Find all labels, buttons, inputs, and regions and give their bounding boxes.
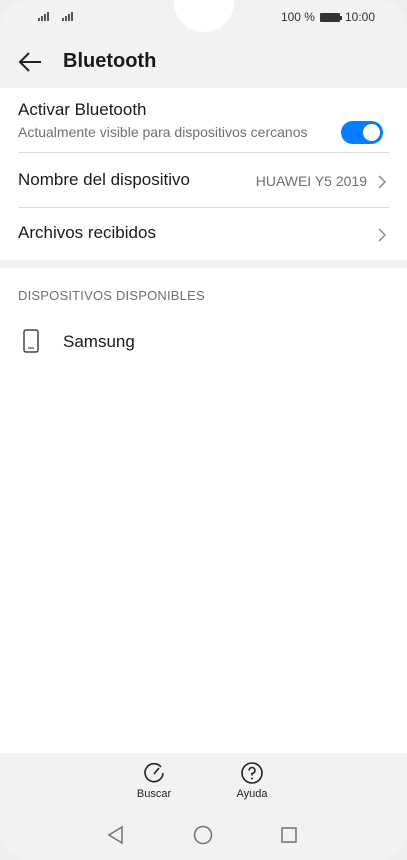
screen: 100 % 10:00 Bluetooth Activar Bluetooth …	[0, 0, 407, 860]
refresh-icon	[144, 762, 164, 783]
activate-bluetooth-row[interactable]: Activar Bluetooth Actualmente visible pa…	[18, 100, 389, 152]
camera-notch	[174, 0, 234, 32]
app-header: Bluetooth	[0, 36, 407, 88]
bluetooth-toggle[interactable]	[341, 121, 383, 144]
clock: 10:00	[344, 10, 375, 24]
signal-icon	[38, 11, 49, 21]
visibility-status-text: Actualmente visible para dispositivos ce…	[18, 124, 308, 140]
phone-icon	[23, 329, 39, 353]
battery-percent: 100 %	[280, 10, 315, 24]
received-files-label: Archivos recibidos	[18, 223, 156, 242]
help-label: Ayuda	[236, 788, 268, 800]
chevron-right-icon	[378, 175, 387, 189]
home-circle-icon	[193, 825, 213, 845]
nav-back-button[interactable]	[104, 823, 128, 847]
nav-home-button[interactable]	[191, 823, 215, 847]
back-button[interactable]	[14, 48, 46, 76]
received-files-row[interactable]: Archivos recibidos	[18, 223, 389, 251]
page-title: Bluetooth	[63, 50, 157, 72]
divider	[18, 207, 389, 208]
device-item-samsung[interactable]: Samsung	[0, 320, 407, 360]
divider	[18, 152, 389, 153]
battery-icon	[319, 12, 342, 22]
system-nav-bar	[0, 809, 407, 860]
search-label: Buscar	[136, 788, 172, 800]
device-name: Samsung	[63, 332, 135, 351]
help-icon	[241, 762, 263, 784]
device-name-value: HUAWEI Y5 2019	[255, 173, 367, 189]
search-button[interactable]: Buscar	[124, 761, 184, 807]
nav-recents-button[interactable]	[277, 823, 301, 847]
available-devices-section: DISPOSITIVOS DISPONIBLES Samsung	[0, 268, 407, 753]
recents-square-icon	[281, 827, 297, 843]
bottom-action-bar: Buscar Ayuda	[0, 753, 407, 809]
bluetooth-settings-card: Activar Bluetooth Actualmente visible pa…	[0, 88, 407, 260]
status-right: 100 % 10:00	[281, 10, 375, 24]
available-devices-header: DISPOSITIVOS DISPONIBLES	[18, 288, 205, 303]
toggle-knob	[363, 124, 380, 141]
signal-icon-2	[62, 11, 73, 21]
activate-bluetooth-label: Activar Bluetooth	[18, 100, 147, 119]
arrow-left-icon	[18, 52, 41, 72]
back-triangle-icon	[107, 825, 123, 845]
chevron-right-icon	[378, 228, 387, 242]
help-button[interactable]: Ayuda	[222, 761, 282, 807]
status-bar: 100 % 10:00	[0, 0, 407, 36]
device-name-row[interactable]: Nombre del dispositivo HUAWEI Y5 2019	[18, 170, 389, 198]
